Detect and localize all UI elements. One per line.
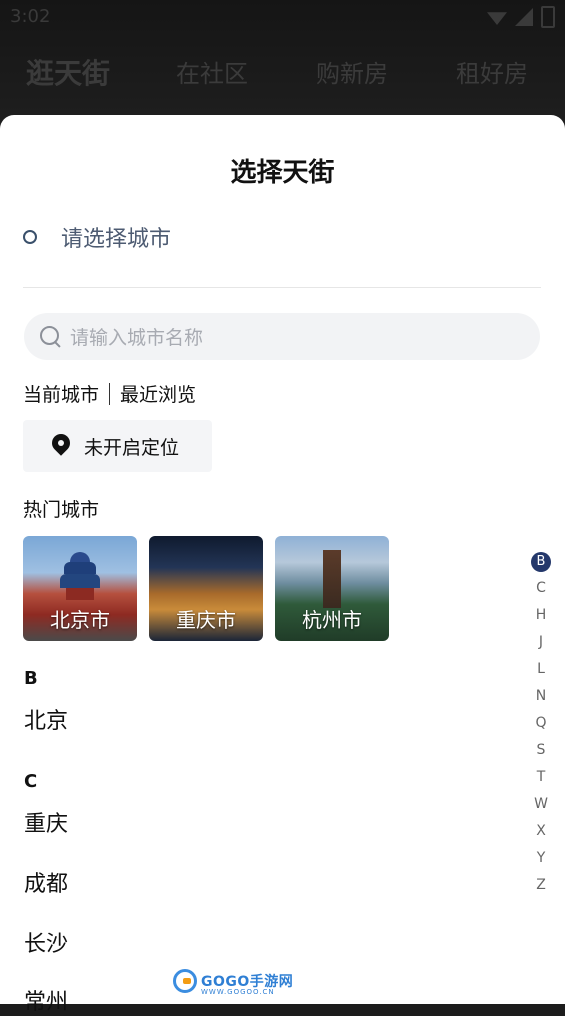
alpha-index-w[interactable]: W (530, 791, 552, 818)
hot-city-label: 杭州市 (302, 608, 362, 632)
alpha-index-q[interactable]: Q (530, 710, 552, 737)
alpha-index-h[interactable]: H (530, 602, 552, 629)
location-pin-icon (51, 434, 71, 458)
alpha-index-b[interactable]: B (530, 548, 552, 575)
hot-city-label: 北京市 (50, 608, 110, 632)
alpha-index-n[interactable]: N (530, 683, 552, 710)
divider (23, 287, 541, 288)
hot-cities-list: 北京市 重庆市 杭州市 (23, 536, 389, 641)
selected-city-row[interactable]: 请选择城市 (23, 219, 171, 255)
tab-recent[interactable]: 最近浏览 (120, 380, 196, 407)
alpha-index-j[interactable]: J (530, 629, 552, 656)
alpha-index-l[interactable]: L (530, 656, 552, 683)
top-nav: 逛天街 在社区 购新房 租好房 (26, 54, 539, 98)
tab-current-city[interactable]: 当前城市 (23, 380, 99, 407)
hot-city-card-chongqing[interactable]: 重庆市 (149, 536, 263, 641)
nav-tab-community[interactable]: 在社区 (176, 54, 248, 89)
city-item-beijing[interactable]: 北京 (24, 703, 68, 735)
nav-tab-new-homes[interactable]: 购新房 (316, 54, 388, 89)
hot-cities-title: 热门城市 (23, 499, 100, 521)
cellular-icon (515, 8, 533, 26)
sheet-title: 选择天街 (230, 158, 335, 188)
city-search-box[interactable]: 请输入城市名称 (24, 313, 540, 360)
hot-city-card-beijing[interactable]: 北京市 (23, 536, 137, 641)
alpha-index-y[interactable]: Y (530, 845, 552, 872)
select-tianjie-sheet: 选择天街 请选择城市 请输入城市名称 当前城市 最近浏览 未开启定位 热门城市 … (0, 115, 565, 1015)
city-item-changsha[interactable]: 长沙 (24, 926, 68, 958)
nav-tab-rent[interactable]: 租好房 (456, 54, 528, 89)
city-item-changzhou[interactable]: 常州 (24, 984, 68, 1016)
search-icon (40, 325, 62, 348)
alpha-index-c[interactable]: C (530, 575, 552, 602)
watermark-url: WWW.GOGOO.CN (201, 988, 275, 996)
tab-separator (109, 382, 111, 405)
city-item-chongqing[interactable]: 重庆 (24, 806, 68, 838)
city-item-chengdu[interactable]: 成都 (24, 866, 68, 898)
alpha-index: B C H J L N Q S T W X Y Z (530, 548, 552, 899)
alpha-index-t[interactable]: T (530, 764, 552, 791)
status-time: 3:02 (10, 6, 51, 27)
alpha-index-s[interactable]: S (530, 737, 552, 764)
city-tabs: 当前城市 最近浏览 (23, 380, 196, 407)
nav-tab-tianjie[interactable]: 逛天街 (26, 52, 110, 92)
search-input[interactable]: 请输入城市名称 (70, 323, 203, 350)
hot-city-label: 重庆市 (176, 608, 236, 632)
radio-ring-icon (23, 230, 37, 244)
pagoda-image (323, 550, 341, 608)
alpha-index-x[interactable]: X (530, 818, 552, 845)
section-header-b: B (24, 668, 38, 689)
battery-icon (541, 6, 555, 28)
wifi-icon (487, 12, 507, 25)
hot-city-card-hangzhou[interactable]: 杭州市 (275, 536, 389, 641)
status-icons (487, 6, 555, 28)
selected-city-placeholder: 请选择城市 (61, 227, 172, 252)
alpha-index-z[interactable]: Z (530, 872, 552, 899)
watermark-logo-icon (173, 969, 197, 993)
section-header-c: C (24, 771, 38, 792)
location-button[interactable]: 未开启定位 (23, 420, 212, 472)
watermark: GOGO手游网 WWW.GOGOO.CN (173, 968, 293, 996)
status-bar: 3:02 (10, 6, 555, 30)
temple-of-heaven-image (60, 552, 100, 600)
location-label: 未开启定位 (84, 436, 180, 459)
